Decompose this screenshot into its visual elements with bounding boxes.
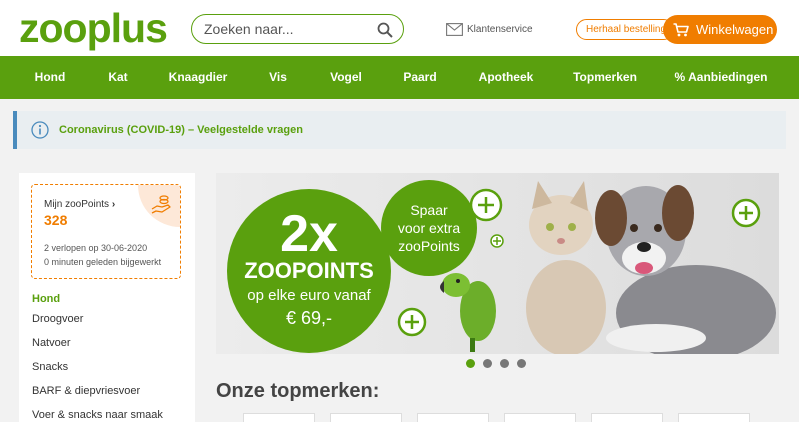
promo-line3: € 69,-: [286, 308, 332, 328]
cart-label: Winkelwagen: [696, 22, 774, 37]
search-input[interactable]: [204, 20, 374, 38]
cart-button[interactable]: Winkelwagen: [663, 15, 777, 44]
plus-icon: [490, 234, 504, 248]
nav-item-vogel[interactable]: Vogel: [330, 56, 362, 99]
brand-tile[interactable]: [678, 413, 750, 422]
search-icon[interactable]: [377, 22, 393, 38]
sidebar: Mijn zooPoints › 328 2 verlopen op 30-06…: [19, 173, 195, 422]
promo-bubble-line3: zooPoints: [398, 238, 459, 254]
sidebar-item-natvoer[interactable]: Natvoer: [32, 337, 71, 349]
logo-text: zooplus: [19, 5, 168, 51]
brand-tile[interactable]: [330, 413, 402, 422]
plus-icon: [469, 188, 503, 222]
customer-service-label: Klantenservice: [467, 23, 533, 35]
carousel-dot-1[interactable]: [466, 359, 475, 368]
shopping-cart-icon: [673, 22, 689, 36]
sidebar-item-snacks[interactable]: Snacks: [32, 361, 68, 373]
zoopoints-value: 328: [44, 212, 68, 228]
covid-info-bar[interactable]: Coronavirus (COVID-19) – Veelgestelde vr…: [13, 111, 786, 149]
carousel-dots: [466, 359, 526, 368]
sidebar-item-barf[interactable]: BARF & diepvriesvoer: [32, 385, 140, 397]
covid-info-link[interactable]: Coronavirus (COVID-19) – Veelgestelde vr…: [59, 111, 303, 149]
repeat-order-button[interactable]: Herhaal bestelling: [576, 19, 674, 40]
carousel-dot-3[interactable]: [500, 359, 509, 368]
promo-banner-graphic: 2x ZOOPOINTS op elke euro vanaf € 69,- S…: [216, 173, 779, 354]
coins-hand-icon: [151, 195, 171, 214]
promo-banner[interactable]: 2x ZOOPOINTS op elke euro vanaf € 69,- S…: [216, 173, 779, 354]
carousel-dot-4[interactable]: [517, 359, 526, 368]
plus-icon: [397, 307, 427, 337]
plus-icon: [731, 198, 761, 228]
brand-tile[interactable]: [243, 413, 315, 422]
nav-item-paard[interactable]: Paard: [403, 56, 436, 99]
zooplus-logo[interactable]: zooplus: [19, 5, 168, 51]
info-icon: [31, 121, 49, 139]
promo-bubble-line2: voor extra: [398, 220, 460, 236]
zoopoints-card[interactable]: Mijn zooPoints › 328 2 verlopen op 30-06…: [31, 184, 181, 279]
promo-line2: op elke euro vanaf: [247, 287, 371, 304]
brand-tile[interactable]: [591, 413, 663, 422]
sidebar-item-droogvoer[interactable]: Droogvoer: [32, 313, 83, 325]
zoopoints-updated: 0 minuten geleden bijgewerkt: [44, 257, 162, 267]
carousel-dot-2[interactable]: [483, 359, 492, 368]
nav-item-kat[interactable]: Kat: [108, 56, 127, 99]
brand-tile[interactable]: [417, 413, 489, 422]
zoopoints-expiry: 2 verlopen op 30-06-2020: [44, 243, 148, 253]
nav-item-knaagdier[interactable]: Knaagdier: [169, 56, 228, 99]
nav-item-apotheek[interactable]: Apotheek: [479, 56, 534, 99]
search-box[interactable]: [191, 14, 404, 44]
customer-service-link[interactable]: Klantenservice: [446, 21, 533, 37]
main-nav: Hond Kat Knaagdier Vis Vogel Paard Apoth…: [0, 56, 799, 99]
nav-item-aanbiedingen[interactable]: % Aanbiedingen: [675, 56, 768, 99]
brand-tile[interactable]: [504, 413, 576, 422]
promo-big-text: 2x: [280, 205, 338, 263]
mail-icon: [446, 22, 463, 36]
header: zooplus Klantenservice Herhaal bestellin…: [0, 0, 799, 56]
promo-line1: ZOOPOINTS: [244, 258, 374, 283]
zoopoints-title[interactable]: Mijn zooPoints ›: [44, 199, 115, 210]
sidebar-item-voer-snacks[interactable]: Voer & snacks naar smaak: [32, 409, 163, 421]
nav-item-vis[interactable]: Vis: [269, 56, 287, 99]
sidebar-heading-hond[interactable]: Hond: [32, 293, 60, 305]
promo-bubble-line1: Spaar: [410, 202, 448, 218]
nav-item-topmerken[interactable]: Topmerken: [573, 56, 637, 99]
nav-item-hond[interactable]: Hond: [35, 56, 66, 99]
top-brands-title: Onze topmerken:: [216, 380, 380, 402]
